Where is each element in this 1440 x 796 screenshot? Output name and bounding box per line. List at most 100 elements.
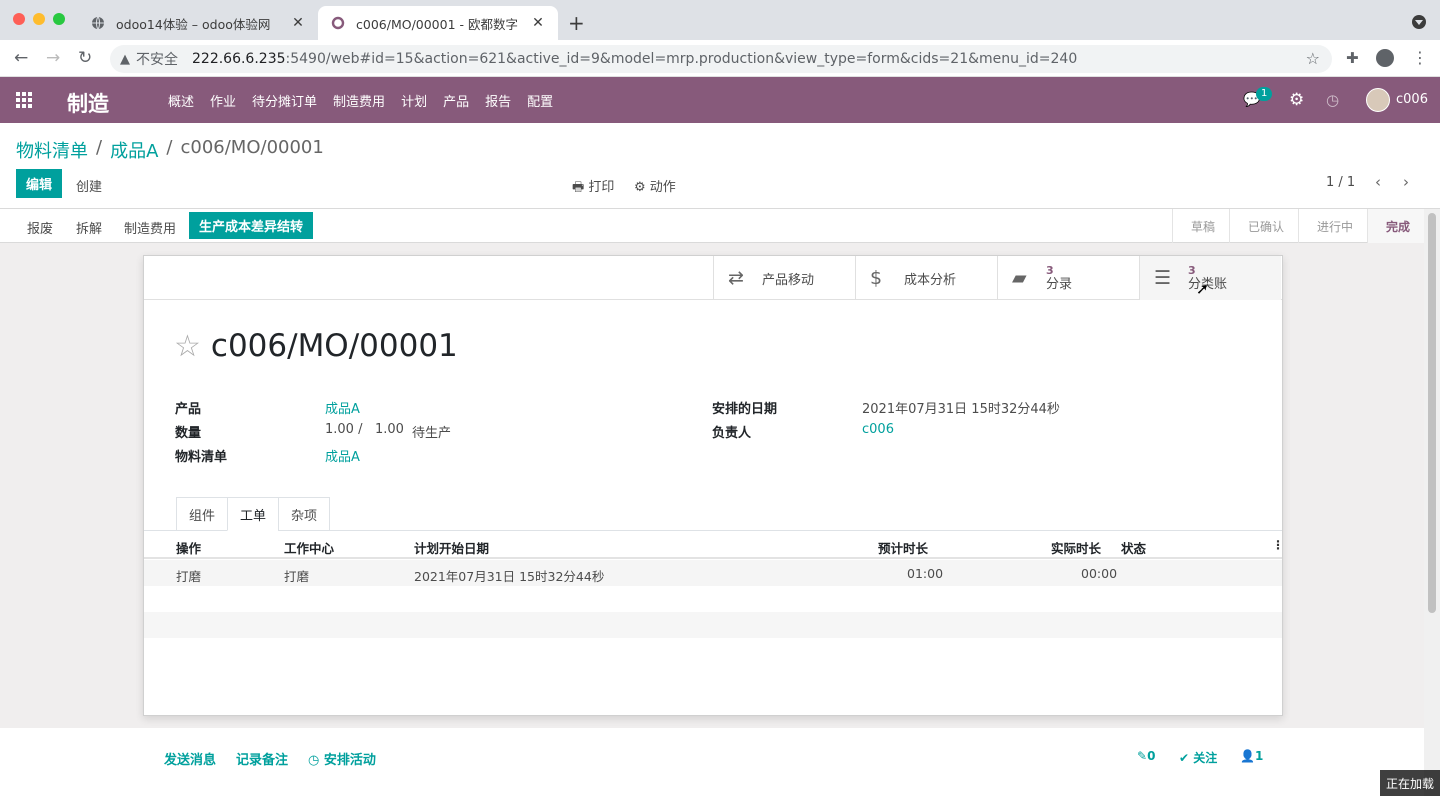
pager-previous-icon[interactable]: ‹: [1375, 173, 1381, 191]
print-label: 打印: [588, 180, 615, 195]
loading-indicator: 正在加载: [1380, 770, 1440, 796]
quantity-label: 数量: [175, 426, 202, 441]
print-button[interactable]: 🖶 打印: [572, 176, 614, 200]
log-note-button[interactable]: 记录备注: [236, 749, 288, 768]
printer-icon: 🖶: [572, 180, 589, 195]
col-workcenter[interactable]: 工作中心: [284, 538, 334, 557]
top-menu: 概述 作业 待分摊订单 制造费用 计划 产品 报告 配置: [168, 91, 569, 110]
action-button[interactable]: ⚙ 动作: [634, 176, 676, 195]
minimize-window-button[interactable]: [33, 13, 45, 25]
col-operation[interactable]: 操作: [176, 538, 201, 557]
form-sheet: ⇄ 产品移动 $ 成本分析 ▰ 3 分录 ☰ 3 分类账 ☆ c006/MO/0…: [143, 255, 1284, 716]
extensions-icon[interactable]: ✚: [1346, 49, 1359, 67]
status-bar: 报废 拆解 制造费用 生产成本差异结转 草稿 已确认 进行中 完成: [0, 209, 1424, 243]
responsible-value[interactable]: c006: [862, 422, 894, 437]
app-brand[interactable]: 制造: [67, 88, 109, 118]
browser-toolbar: ← → ↻ ▲ 不安全 222.66.6.235 :5490/web#id=15…: [0, 40, 1440, 77]
responsible-label: 负责人: [712, 426, 752, 441]
product-value[interactable]: 成品A: [325, 398, 360, 417]
ledger-button[interactable]: ☰ 3 分类账: [1139, 256, 1281, 300]
pager-value[interactable]: 1 / 1: [1326, 175, 1355, 190]
ledger-count: 3: [1188, 264, 1196, 277]
reload-icon[interactable]: ↻: [78, 48, 92, 68]
close-window-button[interactable]: [13, 13, 25, 25]
attachments-button[interactable]: ✎0: [1137, 749, 1155, 763]
cost-variance-button[interactable]: 生产成本差异结转: [189, 212, 314, 239]
cell-operation: 打磨: [176, 569, 202, 584]
quantity-total: 1.00: [375, 422, 404, 437]
breadcrumb-product[interactable]: 成品A: [110, 137, 158, 163]
breadcrumb-separator: /: [96, 137, 103, 158]
control-panel: 物料清单 / 成品A / c006/MO/00001 编辑 创建 🖶 打印 ⚙ …: [0, 123, 1440, 209]
bookmark-star-icon[interactable]: ☆: [1306, 49, 1320, 68]
mouse-cursor-icon: ➚: [1196, 280, 1209, 298]
cost-analysis-button[interactable]: $ 成本分析: [855, 256, 997, 300]
menu-reporting[interactable]: 报告: [485, 91, 511, 110]
settings-gear-icon[interactable]: ⚙: [1289, 90, 1304, 110]
scrap-button[interactable]: 报废: [27, 218, 53, 237]
edit-button[interactable]: 编辑: [16, 169, 62, 198]
bom-label: 物料清单: [175, 450, 228, 465]
arrows-icon: ⇄: [728, 267, 744, 289]
menu-overview[interactable]: 概述: [168, 91, 194, 110]
scrollbar-thumb[interactable]: [1428, 213, 1436, 613]
col-expected-duration[interactable]: 预计时长: [878, 538, 928, 557]
clock-icon: ◷: [308, 753, 324, 768]
breadcrumb-current: c006/MO/00001: [180, 137, 324, 158]
manufacturing-cost-button[interactable]: 制造费用: [124, 218, 176, 237]
create-button[interactable]: 创建: [76, 176, 102, 195]
stage-pipeline: 草稿 已确认 进行中 完成: [1171, 209, 1424, 243]
browser-menu-icon[interactable]: ⋮: [1412, 48, 1428, 67]
menu-manufacturing-costs[interactable]: 制造费用: [333, 91, 385, 110]
tab-search-icon[interactable]: [1412, 15, 1426, 29]
product-moves-button[interactable]: ⇄ 产品移动: [713, 256, 855, 300]
unbuild-button[interactable]: 拆解: [76, 218, 102, 237]
bom-value[interactable]: 成品A: [325, 446, 360, 465]
col-actual-duration[interactable]: 实际时长: [1051, 538, 1101, 557]
browser-tab-odoo14[interactable]: odoo14体验 – odoo体验网 ✕: [78, 6, 318, 40]
new-tab-icon[interactable]: +: [568, 11, 585, 35]
activity-clock-icon[interactable]: ◷: [1326, 91, 1339, 109]
menu-operations[interactable]: 作业: [210, 91, 236, 110]
followers-button[interactable]: 👤1: [1240, 749, 1263, 763]
tab-misc[interactable]: 杂项: [278, 497, 331, 531]
table-row[interactable]: 打磨 打磨 2021年07月31日 15时32分44秒 01:00 00:00: [144, 560, 1282, 586]
profile-icon[interactable]: [1376, 49, 1394, 67]
user-name[interactable]: c006: [1396, 92, 1428, 107]
column-options-icon[interactable]: ⋮: [1272, 538, 1284, 552]
cell-start-date: 2021年07月31日 15时32分44秒: [414, 569, 605, 584]
follow-button[interactable]: ✔ 关注: [1179, 749, 1217, 766]
menu-configuration[interactable]: 配置: [527, 91, 553, 110]
forward-icon[interactable]: →: [46, 48, 60, 68]
back-icon[interactable]: ←: [14, 48, 28, 68]
user-avatar[interactable]: [1366, 88, 1390, 112]
url-host: 222.66.6.235: [192, 51, 286, 67]
cell-actual-duration: 00:00: [1081, 566, 1118, 581]
favorite-star-icon[interactable]: ☆: [174, 329, 201, 364]
close-tab-icon[interactable]: ✕: [290, 15, 306, 31]
main-navbar: 制造 概述 作业 待分摊订单 制造费用 计划 产品 报告 配置 💬 1 ⚙ ◷ …: [0, 77, 1440, 123]
close-tab-icon[interactable]: ✕: [530, 15, 546, 31]
col-status[interactable]: 状态: [1121, 538, 1146, 557]
globe-icon: [90, 15, 106, 31]
cell-workcenter: 打磨: [284, 569, 310, 584]
tab-workorders[interactable]: 工单: [227, 497, 280, 531]
smart-button-box: ⇄ 产品移动 $ 成本分析 ▰ 3 分录 ☰ 3 分类账: [144, 256, 1282, 300]
schedule-activity-label: 安排活动: [323, 753, 376, 768]
tab-components[interactable]: 组件: [176, 497, 229, 531]
send-message-button[interactable]: 发送消息: [164, 749, 216, 768]
breadcrumb-bom[interactable]: 物料清单: [16, 137, 88, 163]
journal-entries-button[interactable]: ▰ 3 分录: [997, 256, 1139, 300]
col-start-date[interactable]: 计划开始日期: [414, 538, 489, 557]
menu-pending-allocation[interactable]: 待分摊订单: [252, 91, 317, 110]
browser-tab-active[interactable]: c006/MO/00001 - 欧都数字 ✕: [318, 6, 558, 40]
schedule-activity-button[interactable]: ◷ 安排活动: [308, 749, 376, 768]
apps-menu-icon[interactable]: [16, 92, 34, 108]
pager-next-icon[interactable]: ›: [1403, 173, 1409, 191]
menu-planning[interactable]: 计划: [401, 91, 427, 110]
maximize-window-button[interactable]: [53, 13, 65, 25]
menu-products[interactable]: 产品: [443, 91, 469, 110]
journal-entries-label: 分录: [1046, 277, 1073, 292]
tab-title: odoo14体验 – odoo体验网: [116, 16, 271, 32]
address-bar[interactable]: ▲ 不安全 222.66.6.235 :5490/web#id=15&actio…: [110, 45, 1332, 73]
